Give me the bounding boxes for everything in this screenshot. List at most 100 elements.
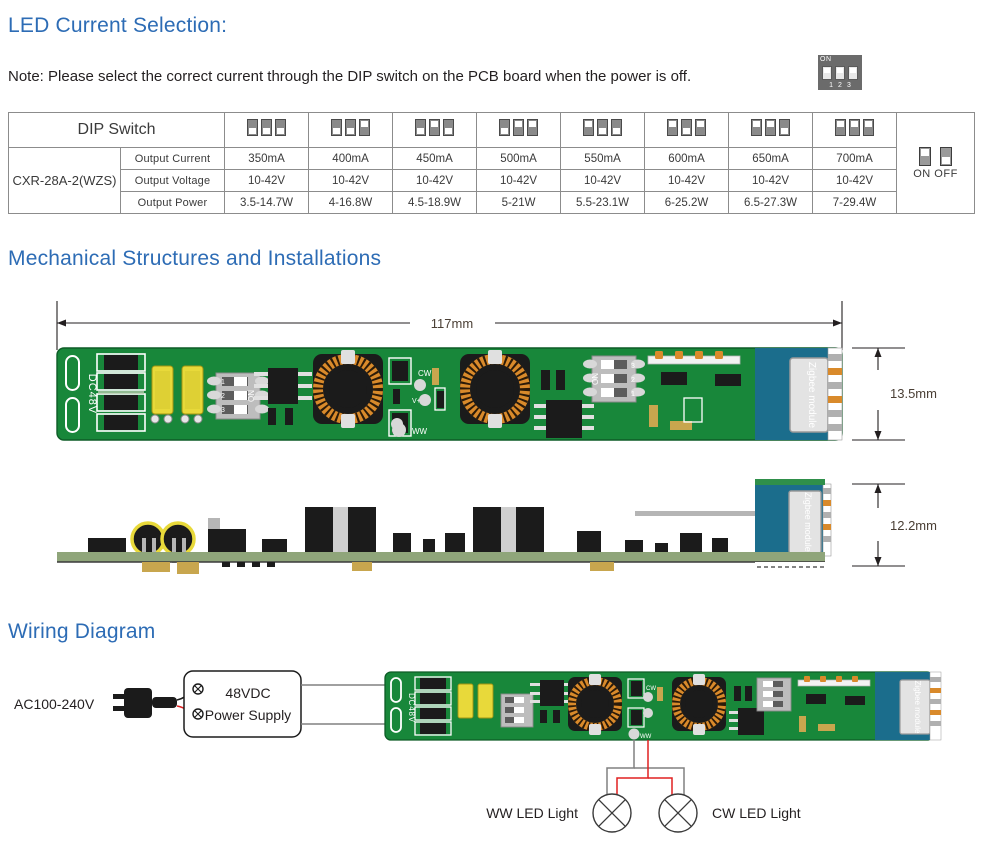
dimension-length-label: 117mm xyxy=(431,316,473,331)
cell-power-4: 5-21W xyxy=(476,191,562,214)
cell-voltage-4: 10-42V xyxy=(476,169,562,192)
pcb-dip-switch-wiring-2 xyxy=(756,677,792,712)
legend-labels: ON OFF xyxy=(913,168,958,180)
note-dip-number-2: 2 xyxy=(838,82,842,89)
dip-toggle-1 xyxy=(583,119,595,136)
zigbee-module-label: Zigbee module xyxy=(806,362,817,429)
table-row-output-current: CXR-28A-2(WZS) Output Current 350mA 400m… xyxy=(8,147,975,214)
dip-legend: ON OFF xyxy=(896,112,976,214)
row-label-output-voltage: Output Voltage xyxy=(119,169,226,192)
table-header-dip-col-3 xyxy=(392,112,478,148)
pcb-dip1-on-label: ON xyxy=(247,390,256,402)
pcb-top-view: DC48V 1 2 3 ON CW V+ WW 3 2 1 ON Zigbee … xyxy=(56,347,843,441)
zigbee-module-top-view: Zigbee module xyxy=(755,347,843,441)
cell-voltage-2: 10-42V xyxy=(308,169,394,192)
pcb-dip1-num-1: 1 xyxy=(221,379,225,386)
side-pad xyxy=(177,562,199,574)
smd-ic-small xyxy=(715,374,741,386)
dip-toggle-2 xyxy=(513,119,525,136)
pcb-substrate xyxy=(57,552,825,562)
dip-toggle-1 xyxy=(415,119,427,136)
table-header-dip-col-7 xyxy=(728,112,814,148)
side-inductor-core xyxy=(333,507,348,554)
side-component xyxy=(88,538,126,554)
mounting-slot-top xyxy=(390,677,402,703)
cell-power-1: 3.5-14.7W xyxy=(224,191,310,214)
dip-toggle-2 xyxy=(345,119,357,136)
smd-resistor xyxy=(268,408,276,425)
pcb-dip1-num-2: 2 xyxy=(221,393,225,400)
pcb-side-view: Zigbee module xyxy=(57,479,832,574)
dip-toggle-3 xyxy=(443,119,455,136)
pcb-label-ww-wiring: WW xyxy=(640,734,652,740)
side-inductor xyxy=(348,507,376,554)
side-inductor-core xyxy=(501,507,516,554)
dip-toggle-2 xyxy=(765,119,777,136)
mounting-slot-top xyxy=(65,355,80,391)
power-supply-line1: 48VDC xyxy=(225,685,270,701)
cell-voltage-6: 10-42V xyxy=(644,169,730,192)
row-label-output-current: Output Current xyxy=(119,147,226,170)
capacitor xyxy=(477,683,494,719)
cell-power-7: 6.5-27.3W xyxy=(728,191,814,214)
dimension-height-label: 13.5mm xyxy=(890,386,937,401)
toroid-inductor-wiring-1 xyxy=(568,674,622,735)
table-header-dip-col-6 xyxy=(644,112,730,148)
table-header-dip-switch: DIP Switch xyxy=(7,112,226,148)
pcb-dip-switch-2: 3 2 1 ON xyxy=(583,355,645,403)
cell-current-8: 700mA xyxy=(812,147,898,170)
led-current-selection-table: DIP Switch ON OFF CXR-28A-2(WZS) Output … xyxy=(7,112,976,214)
smd-resistor xyxy=(541,370,550,390)
page-title-led-current: LED Current Selection: xyxy=(8,14,228,37)
dip-toggle-1 xyxy=(331,119,343,136)
pcb-wiring-view: DC48V CW WW Zigbee module xyxy=(384,671,942,741)
pad-cw xyxy=(643,692,653,702)
side-component xyxy=(208,518,220,530)
zigbee-module-wiring: Zigbee module xyxy=(875,671,942,741)
table-header-dip-col-8 xyxy=(812,112,898,148)
table-header-dip-col-1 xyxy=(224,112,310,148)
table-header-dip-col-4 xyxy=(476,112,562,148)
note-dip-numbers: 1 2 3 xyxy=(818,82,862,90)
pcb-dip-switch-wiring xyxy=(500,693,534,728)
smd-resistor xyxy=(285,408,293,425)
led-output-wiring: WW LED Light CW LED Light xyxy=(486,740,801,833)
side-inductor xyxy=(516,507,544,554)
dimension-height-side-view: 12.2mm xyxy=(852,483,937,567)
dip-glyph-col-2 xyxy=(331,119,371,136)
dip-toggle-1 xyxy=(499,119,511,136)
dip-toggle-2 xyxy=(849,119,861,136)
cell-power-8: 7-29.4W xyxy=(812,191,898,214)
dip-glyph-col-4 xyxy=(499,119,539,136)
note-dip-number-1: 1 xyxy=(829,82,834,89)
capacitor xyxy=(457,683,474,719)
note-dip-switch-icon: ON 1 2 3 xyxy=(818,55,862,90)
pcb-dip1-num-3: 3 xyxy=(221,407,225,414)
table-row-output-voltage: Output Voltage 10-42V 10-42V 10-42V 10-4… xyxy=(9,169,975,192)
cw-led-symbol xyxy=(658,793,698,833)
table-header-dip-col-5 xyxy=(560,112,646,148)
section-title-wiring: Wiring Diagram xyxy=(8,620,156,643)
side-component xyxy=(423,539,435,554)
ic-chip-1 xyxy=(254,368,312,404)
power-supply-box: 48VDC Power Supply xyxy=(183,670,302,738)
cell-voltage-5: 10-42V xyxy=(560,169,646,192)
dimension-height-top-view: 13.5mm xyxy=(852,347,937,441)
input-terminal-block xyxy=(96,353,146,432)
toroid-inductor-wiring-2 xyxy=(672,674,726,735)
zigbee-module-label-side: Zigbee module xyxy=(803,492,813,552)
side-component xyxy=(577,531,601,554)
dip-glyph-col-7 xyxy=(751,119,791,136)
ic-chip-wiring-1 xyxy=(530,680,574,706)
dip-toggle-3 xyxy=(779,119,791,136)
dip-glyph-col-5 xyxy=(583,119,623,136)
cell-current-6: 600mA xyxy=(644,147,730,170)
pcb-dip2-on-label: ON xyxy=(591,373,600,385)
note-dip-number-3: 3 xyxy=(846,82,851,89)
note-dip-body xyxy=(818,64,862,82)
side-component xyxy=(262,539,287,554)
side-component xyxy=(445,533,465,554)
cell-current-5: 550mA xyxy=(560,147,646,170)
toroid-inductor-2 xyxy=(460,350,530,428)
dip-toggle-1 xyxy=(835,119,847,136)
